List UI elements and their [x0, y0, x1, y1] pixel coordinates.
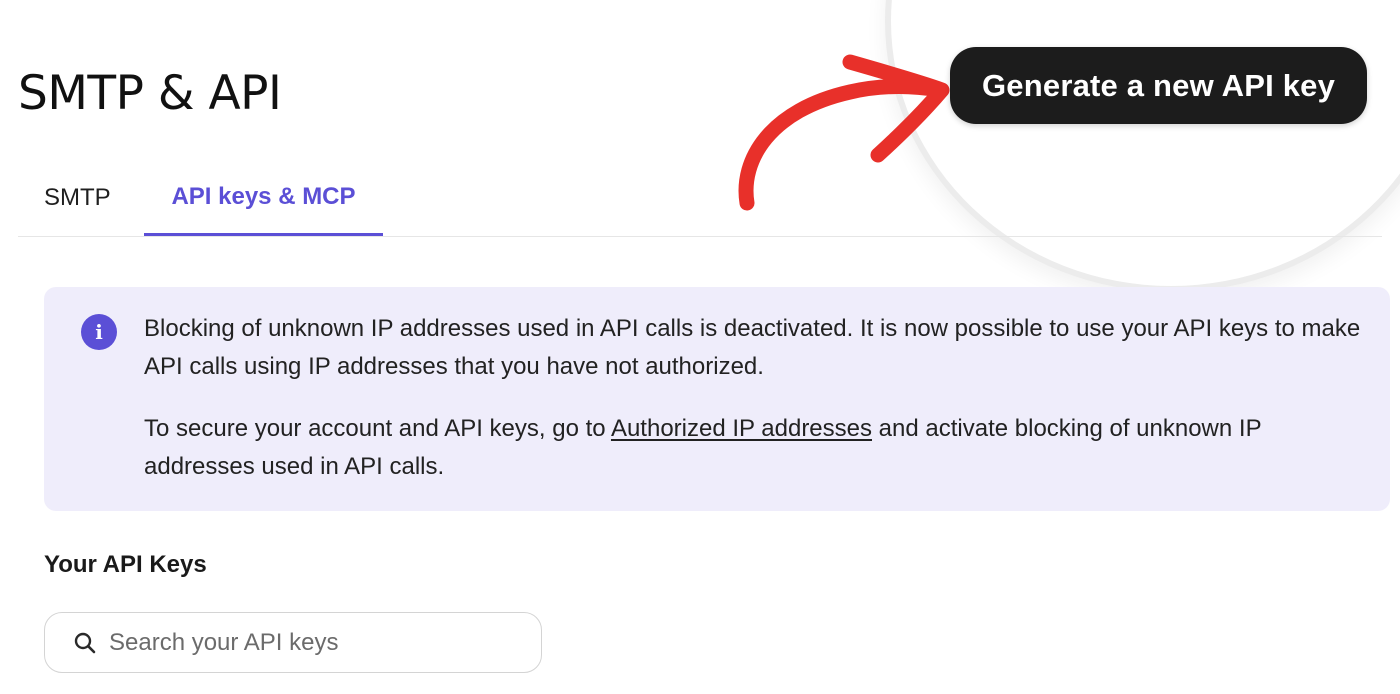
info-icon: i: [81, 314, 117, 350]
generate-api-key-button[interactable]: Generate a new API key: [950, 47, 1367, 124]
notice-paragraph-2: To secure your account and API keys, go …: [144, 410, 1374, 486]
spotlight-highlight: [885, 0, 1400, 292]
notice-text: Blocking of unknown IP addresses used in…: [144, 310, 1374, 486]
authorized-ip-addresses-link[interactable]: Authorized IP addresses: [611, 415, 872, 442]
search-icon: [72, 630, 98, 656]
notice-text-before-link: To secure your account and API keys, go …: [144, 415, 611, 442]
api-key-search-input[interactable]: [107, 627, 511, 658]
tab-smtp[interactable]: SMTP: [44, 160, 111, 236]
api-key-search-box[interactable]: [44, 612, 542, 673]
tab-api-keys-mcp[interactable]: API keys & MCP: [144, 160, 383, 236]
notice-paragraph-1: Blocking of unknown IP addresses used in…: [144, 315, 1361, 380]
api-keys-section-title: Your API Keys: [44, 551, 207, 578]
page-title: SMTP & API: [18, 66, 282, 121]
ip-blocking-notice: i Blocking of unknown IP addresses used …: [44, 287, 1390, 511]
tab-bar: SMTP API keys & MCP: [18, 160, 1382, 237]
